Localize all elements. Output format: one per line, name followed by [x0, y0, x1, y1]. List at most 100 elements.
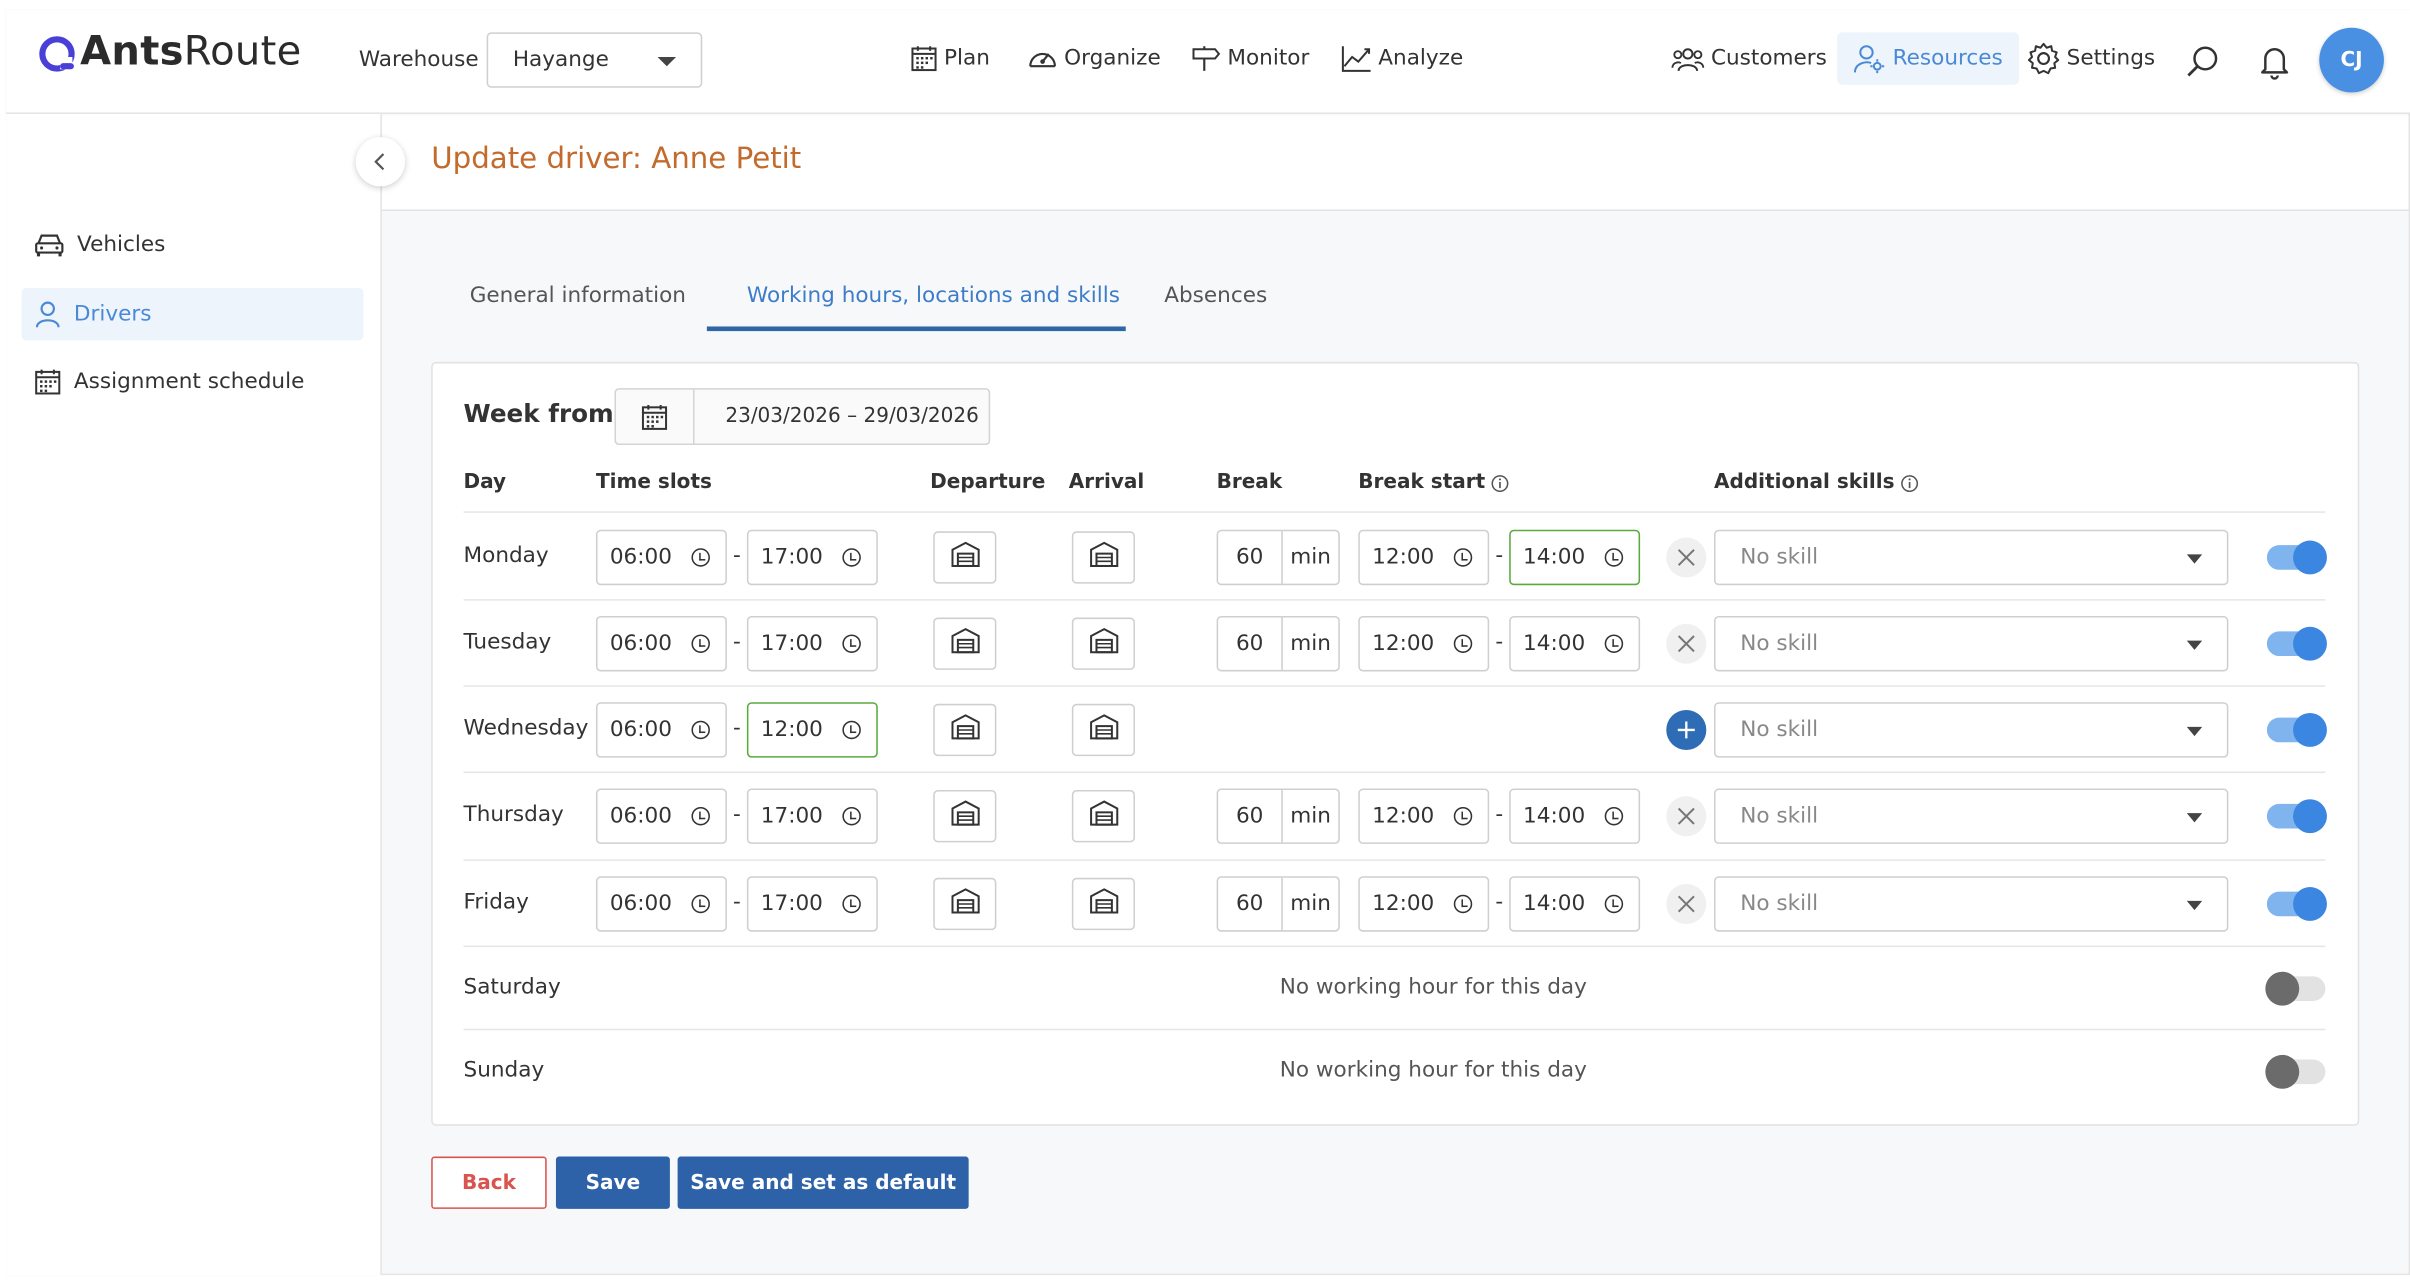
warehouse-icon — [949, 799, 980, 833]
break-duration-input[interactable]: 60 min — [1216, 616, 1340, 672]
sidebar-item-label: Vehicles — [77, 232, 166, 258]
save-and-set-default-button[interactable]: Save and set as default — [677, 1156, 969, 1209]
sidebar-item-drivers[interactable]: Drivers — [21, 287, 364, 341]
time-slot-start-input[interactable]: 06:00 — [595, 616, 727, 672]
person-icon — [35, 301, 60, 328]
additional-skills-select[interactable]: No skill — [1714, 529, 2229, 586]
departure-location-button[interactable] — [933, 617, 997, 670]
break-duration-input[interactable]: 60 min — [1216, 788, 1340, 844]
save-button[interactable]: Save — [555, 1156, 670, 1209]
break-start-from-input[interactable]: 12:00 — [1358, 616, 1490, 672]
arrival-location-button[interactable] — [1071, 877, 1135, 931]
break-start-to-input[interactable]: 14:00 — [1509, 876, 1641, 932]
time-slot-start-input[interactable]: 06:00 — [595, 529, 727, 586]
warehouse-select[interactable]: Hayange — [486, 32, 703, 88]
day-enabled-toggle[interactable] — [2265, 1054, 2326, 1089]
nav-organize[interactable]: Organize — [1027, 40, 1161, 77]
info-icon[interactable] — [1901, 474, 1919, 492]
time-slot-end-input[interactable]: 17:00 — [746, 788, 878, 844]
info-icon[interactable] — [1491, 474, 1510, 492]
time-slot-end-input[interactable]: 17:00 — [746, 876, 878, 932]
tab-absences[interactable]: Absences — [1164, 283, 1267, 308]
no-working-hour-text: No working hour for this day — [1279, 974, 1587, 1000]
additional-skills-select[interactable]: No skill — [1714, 876, 2229, 932]
warehouse-icon — [949, 541, 980, 575]
nav-monitor[interactable]: Monitor — [1190, 40, 1309, 77]
departure-location-button[interactable] — [933, 790, 997, 843]
row-divider — [463, 771, 2326, 774]
departure-location-button[interactable] — [933, 877, 997, 931]
additional-skills-select[interactable]: No skill — [1714, 616, 2229, 672]
arrival-location-button[interactable] — [1071, 703, 1135, 757]
day-enabled-toggle[interactable] — [2266, 713, 2327, 747]
toggle-knob — [2265, 971, 2300, 1006]
time-slot-end-input[interactable]: 17:00 — [746, 616, 878, 672]
break-start-from-input[interactable]: 12:00 — [1358, 876, 1490, 932]
sidebar-item-assignment-schedule[interactable]: Assignment schedule — [22, 356, 364, 408]
time-value: 12:00 — [1372, 545, 1435, 570]
break-start-to-input[interactable]: 14:00 — [1509, 529, 1641, 586]
clock-icon — [842, 894, 861, 914]
nav-plan[interactable]: Plan — [910, 40, 990, 77]
header-day: Day — [463, 471, 507, 495]
collapse-sidebar-button[interactable] — [355, 137, 406, 187]
departure-location-button[interactable] — [933, 531, 997, 584]
nav-analyze[interactable]: Analyze — [1341, 40, 1463, 77]
remove-break-button[interactable] — [1666, 537, 1707, 578]
row-divider — [463, 511, 2326, 513]
remove-break-button[interactable] — [1666, 623, 1707, 664]
toggle-knob — [2293, 626, 2327, 661]
day-label: Friday — [463, 890, 529, 915]
day-enabled-toggle[interactable] — [2266, 799, 2327, 834]
day-enabled-toggle[interactable] — [2265, 971, 2326, 1006]
back-button[interactable]: Back — [431, 1156, 547, 1209]
remove-break-button[interactable] — [1666, 796, 1707, 837]
additional-skills-select[interactable]: No skill — [1714, 702, 2229, 758]
tab-general-information[interactable]: General information — [470, 283, 686, 308]
time-value: 06:00 — [609, 717, 672, 743]
arrival-location-button[interactable] — [1071, 617, 1135, 670]
app-viewport: Ants Route Warehouse Hayange Plan Organiz… — [0, 0, 2410, 1281]
notifications-button[interactable] — [2256, 43, 2293, 80]
row-divider — [463, 945, 2326, 948]
day-enabled-toggle[interactable] — [2266, 887, 2327, 921]
nav-settings[interactable]: Settings — [2027, 40, 2155, 77]
search-button[interactable] — [2185, 43, 2222, 80]
break-start-from-input[interactable]: 12:00 — [1358, 788, 1490, 844]
time-slot-start-input[interactable]: 06:00 — [595, 702, 727, 758]
time-value: 06:00 — [609, 631, 672, 657]
break-duration-input[interactable]: 60 min — [1216, 876, 1340, 932]
nav-settings-label: Settings — [2066, 46, 2156, 71]
brand-logo[interactable]: Ants Route — [37, 25, 302, 80]
brand-name-bold: Ants — [80, 29, 184, 76]
break-duration-input[interactable]: 60 min — [1216, 529, 1340, 586]
add-break-button[interactable] — [1666, 709, 1707, 750]
remove-break-button[interactable] — [1666, 883, 1707, 924]
time-slot-end-input[interactable]: 12:00 — [746, 702, 878, 758]
break-start-from-input[interactable]: 12:00 — [1358, 529, 1490, 586]
nav-customers[interactable]: Customers — [1671, 40, 1827, 77]
user-avatar[interactable]: CJ — [2319, 27, 2384, 93]
sidebar-item-vehicles[interactable]: Vehicles — [22, 219, 364, 271]
time-slot-start-input[interactable]: 06:00 — [595, 876, 727, 932]
day-enabled-toggle[interactable] — [2266, 626, 2327, 661]
nav-resources[interactable]: Resources — [1837, 32, 2019, 85]
sidebar-item-label: Assignment schedule — [73, 369, 305, 395]
clock-icon — [1453, 806, 1473, 826]
arrival-location-button[interactable] — [1071, 531, 1135, 584]
warehouse-icon — [1088, 887, 1119, 921]
week-picker[interactable]: 23/03/2026 – 29/03/2026 — [614, 388, 991, 446]
tab-working-hours[interactable]: Working hours, locations and skills — [747, 283, 1120, 308]
arrival-location-button[interactable] — [1071, 790, 1135, 843]
week-label: Week from — [463, 398, 614, 429]
time-slot-end-input[interactable]: 17:00 — [746, 529, 878, 586]
time-slot-start-input[interactable]: 06:00 — [595, 788, 727, 844]
additional-skills-select[interactable]: No skill — [1714, 788, 2229, 844]
week-calendar-button[interactable] — [616, 389, 695, 444]
break-start-to-input[interactable]: 14:00 — [1509, 788, 1641, 844]
time-value: 17:00 — [760, 803, 823, 829]
departure-location-button[interactable] — [933, 703, 997, 757]
warehouse-icon — [1088, 799, 1119, 833]
break-start-to-input[interactable]: 14:00 — [1509, 616, 1641, 672]
day-enabled-toggle[interactable] — [2266, 540, 2327, 575]
